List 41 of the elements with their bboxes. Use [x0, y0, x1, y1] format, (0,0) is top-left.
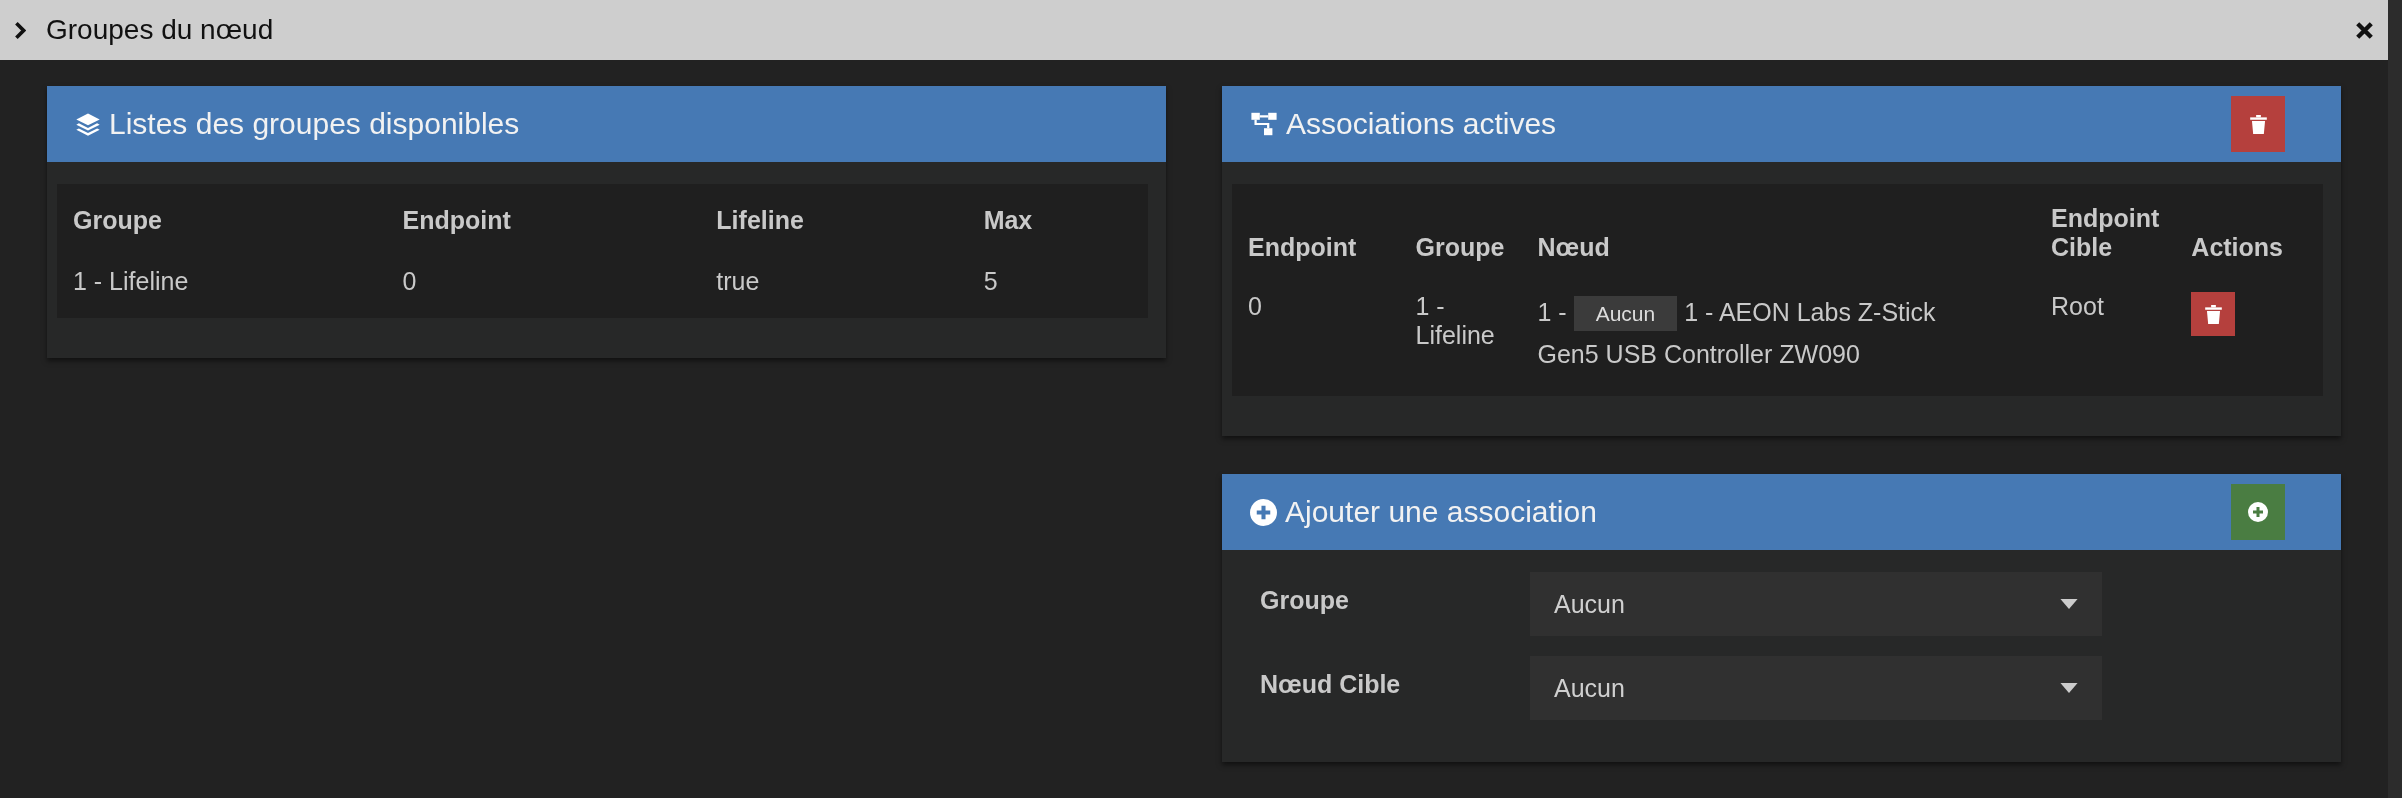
layers-icon [75, 111, 101, 137]
add-button[interactable] [2231, 484, 2285, 540]
trash-icon [2249, 114, 2267, 134]
column-header: Nœud [1521, 184, 2035, 282]
column-header: Groupe [1399, 184, 1522, 282]
table-cell: 1 - Lifeline [1399, 282, 1522, 396]
field-label: Nœud Cible [1260, 669, 1402, 699]
column-header: Endpoint [386, 184, 701, 257]
panel-title: Associations actives [1286, 107, 1558, 141]
plus-circle-icon [1250, 498, 1277, 526]
caret-icon [2060, 683, 2078, 693]
caret-icon [2060, 599, 2078, 609]
table-cell: true [700, 257, 968, 318]
close-icon[interactable] [2355, 20, 2374, 40]
plus-circle-icon [2248, 502, 2268, 522]
window-title: Groupes du nœud [46, 14, 275, 46]
table-cell: 5 [967, 257, 1148, 318]
table-cell: 0 [386, 257, 701, 318]
trash-icon [2204, 304, 2222, 324]
table-cell: Root [2035, 282, 2176, 396]
table-cell: 0 [1232, 282, 1400, 396]
delete-all-button[interactable] [2231, 96, 2285, 152]
select-field[interactable]: Aucun [1530, 572, 2102, 636]
column-header: Endpoint [1232, 184, 1400, 282]
column-header: Lifeline [700, 184, 968, 257]
node-name: Gen5 USB Controller ZW090 [1537, 340, 1860, 368]
column-header: Groupe [57, 184, 387, 257]
delete-button[interactable] [2191, 292, 2236, 336]
panel-title: Listes des groupes disponibles [109, 107, 521, 141]
sitemap-icon [1250, 110, 1278, 138]
table-cell: 1 - Lifeline [57, 257, 387, 318]
column-header: Max [967, 184, 1148, 257]
node-name: 1 - AEON Labs Z-Stick [1684, 298, 1936, 326]
column-header: Endpoint Cible [2035, 184, 2176, 282]
chevron-icon[interactable] [14, 21, 26, 39]
field-label: Groupe [1260, 585, 1350, 615]
node-prefix: 1 - [1537, 298, 1567, 326]
panel-title: Ajouter une association [1285, 495, 1598, 529]
column-header: Actions [2175, 184, 2323, 282]
select-field[interactable]: Aucun [1530, 656, 2102, 720]
node-tag: Aucun [1573, 296, 1678, 331]
